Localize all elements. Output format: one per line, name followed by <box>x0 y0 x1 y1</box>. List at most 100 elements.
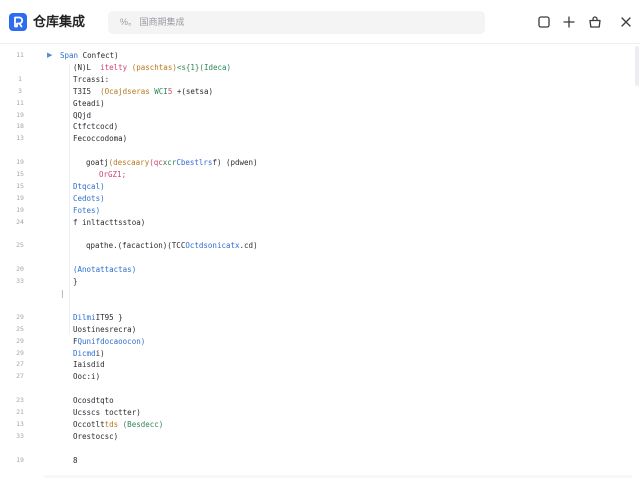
line-number: 19 <box>16 205 24 214</box>
code-token: OrGZ1; <box>99 170 127 179</box>
code-line[interactable]: Occotlttds (Besdecc) <box>73 420 163 429</box>
code-token: } <box>73 277 78 287</box>
bag-button[interactable] <box>587 14 603 30</box>
line-number: 18 <box>16 122 24 131</box>
code-line[interactable]: T3I5 (Ocajdseras WCI5 +(setsa) <box>73 87 213 96</box>
line-number: 23 <box>16 396 24 405</box>
code-line[interactable]: goatj(descaary(qcxcrCbestlrsf) (pdwen) <box>86 158 258 167</box>
code-line[interactable]: DilmiIT95 } <box>73 313 123 322</box>
code-token: Fotes) <box>73 205 101 215</box>
code-line[interactable]: Dicmdi) <box>73 349 105 358</box>
code-token: Orestocsc) <box>73 431 119 441</box>
code-token: Octdsonicatx <box>185 241 240 251</box>
code-token: (descaary <box>108 158 150 168</box>
close-button[interactable] <box>618 14 634 30</box>
code-token: | <box>60 289 65 298</box>
code-line[interactable]: Ctfctcocd) <box>73 122 118 131</box>
line-number: 33 <box>16 431 24 440</box>
line-number: 21 <box>16 408 24 416</box>
top-bar: 仓库集成 %。 国商期集成 <box>0 0 640 44</box>
code-token: f inltacttsstoa) <box>73 217 146 227</box>
indent-guide <box>69 64 70 334</box>
code-line[interactable]: Fecoccodoma) <box>73 134 127 143</box>
code-token: Dilmi <box>73 312 96 322</box>
line-number: 11 <box>16 98 24 107</box>
code-line[interactable]: (Anotattactas) <box>73 265 136 274</box>
code-token: WCI <box>154 86 168 96</box>
code-token: Cbestlrs <box>176 158 213 168</box>
code-line[interactable]: Uostinesrecra) <box>73 325 136 334</box>
code-token: itelty <box>100 62 132 72</box>
code-token: IT95 } <box>95 312 123 322</box>
scrollbar-thumb[interactable] <box>635 46 639 86</box>
code-line[interactable]: qpathe.(facaction)(TCCOctdsonicatx.cd) <box>86 241 258 250</box>
code-token: Ctfctcocd) <box>73 122 119 132</box>
line-number: 33 <box>16 277 24 286</box>
code-line[interactable]: Fotes) <box>73 206 100 215</box>
code-token: Span <box>60 51 79 60</box>
code-token: 5 <box>167 86 177 96</box>
code-token: Uostinesrecra) <box>73 324 137 334</box>
code-line[interactable]: QQjd <box>73 111 91 120</box>
code-line[interactable]: Ocosdtqto <box>73 396 114 405</box>
line-number: 24 <box>16 217 24 226</box>
code-token: +(setsa) <box>176 86 213 96</box>
line-number: 15 <box>16 170 24 178</box>
code-line[interactable]: Ooc:i) <box>73 372 100 381</box>
code-token: Dtqcal) <box>73 181 105 191</box>
add-button[interactable] <box>561 14 577 30</box>
code-line[interactable]: OrGZ1; <box>99 170 126 179</box>
line-number: 19 <box>16 110 24 119</box>
code-token: i) <box>95 348 105 358</box>
line-number: 19 <box>16 455 24 464</box>
line-number: 3 <box>18 86 22 95</box>
code-line[interactable]: FQunifdocaoocon) <box>73 337 145 346</box>
code-token: Ooc:i) <box>73 372 101 382</box>
line-number: 19 <box>16 193 24 202</box>
copy-button[interactable] <box>536 14 552 30</box>
line-number: 29 <box>16 312 24 321</box>
line-number: 25 <box>16 324 24 333</box>
fold-arrow-icon[interactable]: ▶ <box>47 52 52 60</box>
code-line[interactable]: Trcassi: <box>73 75 109 84</box>
code-token: (paschtas) <box>131 62 177 72</box>
code-editor[interactable]: 11 1 3 11 19 18 13 19 15 15 19 19 24 25 20 33 29 25 29 29 27… <box>0 44 640 480</box>
code-line[interactable]: Gteadi) <box>73 99 105 108</box>
code-token: Iaisdid <box>73 360 105 370</box>
code-token: qpathe. <box>86 241 118 251</box>
code-line[interactable]: Span Confect) <box>60 51 119 60</box>
code-token: f) (pdwen) <box>212 158 258 168</box>
line-number: 1 <box>18 74 22 83</box>
line-number: 19 <box>16 158 24 167</box>
horizontal-scrollbar[interactable] <box>44 475 632 478</box>
code-line[interactable]: } <box>73 277 78 286</box>
code-line[interactable]: 8 <box>73 456 78 465</box>
code-line[interactable]: (N)L itelty (paschtas)<s{1}(Ideca) <box>73 63 231 72</box>
bag-icon <box>589 16 601 28</box>
code-line[interactable]: | <box>60 289 65 298</box>
code-line[interactable]: Ucsscs toctter) <box>73 408 141 417</box>
line-number: 27 <box>16 360 24 369</box>
code-token: (Anotattactas) <box>73 265 137 275</box>
vertical-scrollbar[interactable] <box>634 44 640 480</box>
line-number-gutter: 11 1 3 11 19 18 13 19 15 15 19 19 24 25 20 33 29 25 29 29 27… <box>0 44 44 480</box>
code-token: (Ocajdseras <box>100 86 155 96</box>
line-number: 29 <box>16 336 24 345</box>
code-line[interactable]: f inltacttsstoa) <box>73 218 145 227</box>
code-token: xcr <box>162 158 177 168</box>
line-number: 13 <box>16 134 24 143</box>
code-line[interactable]: Orestocsc) <box>73 432 118 441</box>
code-line[interactable]: Iaisdid <box>73 360 105 369</box>
copy-icon <box>538 16 550 28</box>
line-number: 20 <box>16 265 24 274</box>
search-input[interactable]: %。 国商期集成 <box>108 11 485 34</box>
app-title: 仓库集成 <box>33 14 86 29</box>
code-token: (facaction) <box>117 241 168 251</box>
code-line[interactable]: Dtqcal) <box>73 182 105 191</box>
line-number: 27 <box>16 372 24 381</box>
close-icon <box>621 17 631 27</box>
code-token: T3I5 <box>73 86 101 96</box>
code-line[interactable]: Cedots) <box>73 194 105 203</box>
code-token: <s{1}(Ideca) <box>176 62 232 72</box>
code-token: Qunifdocaoocon) <box>77 336 146 346</box>
